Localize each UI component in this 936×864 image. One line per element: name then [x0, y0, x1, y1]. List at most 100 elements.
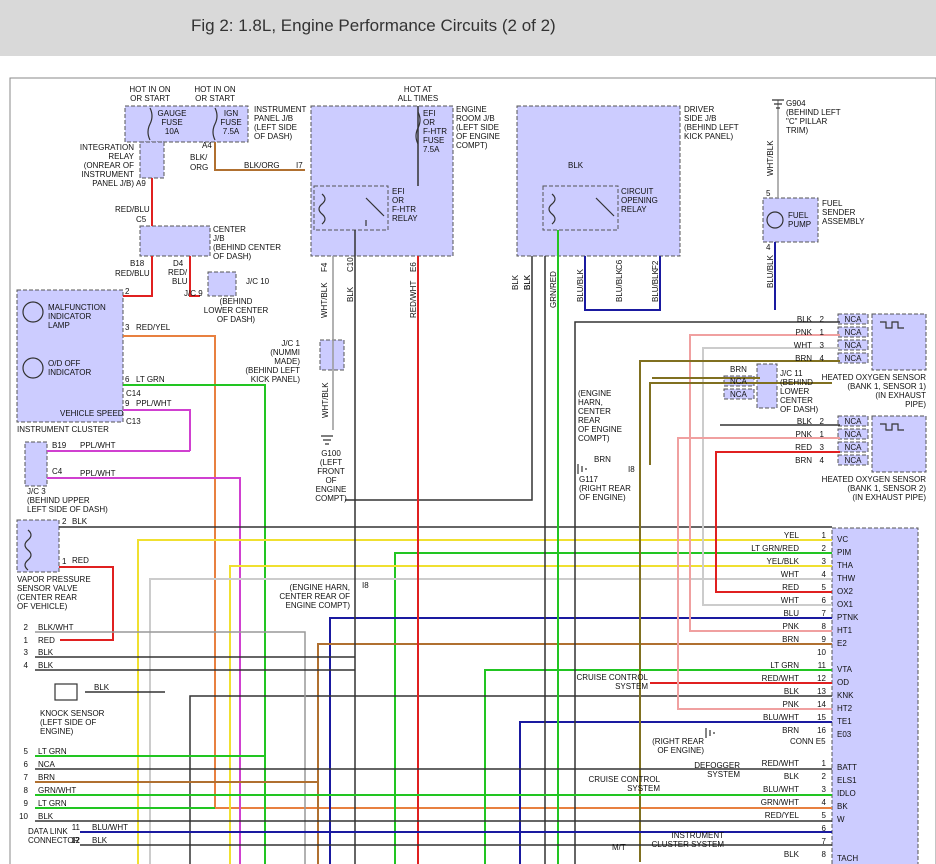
wire-label-blk-1: BLK [511, 274, 520, 290]
ecm-pin-19-name: BK [837, 802, 848, 811]
integration-relay-line-0: INTEGRATION [80, 143, 134, 152]
jc9-line-1: LOWER CENTER [204, 306, 269, 315]
dlc-pin-7-wire: GRN/WHT [38, 786, 76, 795]
dlc-pin-2-wire: BLK [38, 648, 54, 657]
ecm-pin-0-name: VC [837, 535, 848, 544]
wire-label-vp-red: RED [72, 556, 89, 565]
jc1-line-3: (BEHIND LEFT [245, 366, 300, 375]
engine-harn-1-line-2: CENTER [578, 407, 611, 416]
malfunction-lamp-line-1: INDICATOR [48, 312, 91, 321]
wire-blu-ptnk [329, 617, 832, 864]
erjb-line-4: COMPT) [456, 141, 488, 150]
ecm-pin-0-wire: YEL [784, 531, 800, 540]
wire-label-jc11-nca2: NCA [730, 390, 748, 399]
wire-label-vp2: 2 [62, 517, 67, 526]
ecm-pin-19-wire: GRN/WHT [761, 798, 799, 807]
g100-line-0: G100 [321, 449, 341, 458]
ecm-pin-15-name: E03 [837, 730, 852, 739]
jc1-box [319, 339, 345, 371]
dlc-pin-9-wire: BLK [38, 812, 54, 821]
ecm-pin-8-wire: BRN [782, 635, 799, 644]
wire-label-blu-blk-2: BLU/BLK [615, 268, 624, 302]
ecm-pin-16-wire: RED/WHT [762, 759, 799, 768]
jc1-line-0: J/C 1 [281, 339, 300, 348]
g117-2-line-0: (RIGHT REAR [652, 737, 704, 746]
efi-fuse-line-3: FUSE [423, 136, 444, 145]
jc9-name: J/C 9 [184, 289, 203, 298]
center-jb-line-3: OF DASH) [213, 252, 252, 261]
ecm-pin-7-wire: PNK [783, 622, 800, 631]
efi-relay-line-2: F-HTR [392, 205, 416, 214]
dlc-pin-9-num: 10 [19, 812, 28, 821]
wire-label-vp1: 1 [62, 557, 67, 566]
defogger-line-1: SYSTEM [707, 770, 740, 779]
center-jb-line-2: (BEHIND CENTER [213, 243, 281, 252]
driver-side-jb-box [516, 105, 681, 257]
cruise-1-line-0: CRUISE CONTROL [576, 673, 648, 682]
wire-label-red-blu-3: RED/ [168, 268, 188, 277]
ecm-pin-7-num: 8 [822, 622, 827, 631]
ecm-pin-10-num: 11 [818, 661, 827, 670]
ecm-pin-18-wire: BLU/WHT [763, 785, 799, 794]
g117-1-line-2: OF ENGINE) [579, 493, 626, 502]
wire-label-ppl-wht-3: PPL/WHT [80, 469, 116, 478]
ecm-pin-23-wire: BLK [784, 850, 800, 859]
ho2s1-pin-num-1: 1 [820, 328, 825, 337]
g100-line-4: ENGINE [316, 485, 347, 494]
ecm-pin-14-wire: BLU/WHT [763, 713, 799, 722]
hot-on-start-1-line-0: HOT IN ON [129, 85, 170, 94]
ecm-pin-11-num: 12 [817, 674, 826, 683]
ign-fuse-line-0: IGN [224, 109, 238, 118]
dlc-pin-7-num: 8 [24, 786, 29, 795]
ecm-pin-23-name: TACH [837, 854, 858, 863]
wire-label-vp-blk: BLK [72, 517, 88, 526]
ho2s1-pin-num-0: 2 [820, 315, 825, 324]
wire-label-blk-3: BLK [523, 274, 532, 290]
g904-line-3: TRIM) [786, 126, 809, 135]
wire-label-d4: D4 [173, 259, 184, 268]
wire-label-b18: B18 [130, 259, 145, 268]
ground-g117b-icon [705, 728, 715, 738]
figure-header: Fig 2: 1.8L, Engine Performance Circuits… [0, 0, 936, 56]
wire-label-wht-blk-f4: WHT/BLK [320, 282, 329, 318]
ecm-pin-17-num: 2 [822, 772, 827, 781]
wire-label-jc11-nca1: NCA [730, 377, 748, 386]
ho2s2-pin-nca-3: NCA [845, 456, 863, 465]
ecm-pin-12-name: KNK [837, 691, 854, 700]
ho2s1-pin-nca-0: NCA [845, 315, 863, 324]
dsjb-line-3: KICK PANEL) [684, 132, 734, 141]
malfunction-lamp-line-0: MALFUNCTION [48, 303, 106, 312]
fuel-pump-line-0: FUEL [788, 211, 809, 220]
ho2s2-pin-num-3: 4 [820, 456, 825, 465]
wire-label-c5: C5 [136, 215, 147, 224]
dsjb-line-0: DRIVER [684, 105, 714, 114]
ho2s1-pin-wire-1: PNK [796, 328, 813, 337]
hot-on-start-2-line-1: OR START [195, 94, 235, 103]
wire-label-pin9: 9 [125, 399, 130, 408]
vehicle-speed-label: VEHICLE SPEED [60, 409, 124, 418]
wire-label-g117-brn: BRN [594, 455, 611, 464]
wire-label-c10: C10 [346, 257, 355, 272]
ecm-pin-21-num: 6 [822, 824, 827, 833]
vpsv-box [16, 519, 60, 573]
wire-label-c6: C6 [615, 259, 624, 270]
wire-label-blk-org-1: BLK/ [190, 153, 208, 162]
ipjb-line-0: INSTRUMENT [254, 105, 307, 114]
fuel-sender-line-2: ASSEMBLY [822, 217, 865, 226]
ho2s-2-line-2: (IN EXHAUST PIPE) [852, 493, 926, 502]
wire-label-fp4: 4 [766, 243, 771, 252]
ecm-pin-9-num: 10 [817, 648, 826, 657]
ecm-pin-6-name: PTNK [837, 613, 859, 622]
ipjb-line-1: PANEL J/B [254, 114, 293, 123]
wire-label-ks-blk: BLK [94, 683, 110, 692]
dlc-pin-1-num: 1 [24, 636, 29, 645]
ecm-pin-5-num: 6 [822, 596, 827, 605]
diagram-frame [9, 77, 936, 864]
cor-relay-line-1: OPENING [621, 196, 658, 205]
ecm-pin-8-num: 9 [822, 635, 827, 644]
ecm-pin-14-num: 15 [817, 713, 826, 722]
symbols [22, 99, 904, 738]
efi-fuse-line-1: OR [423, 118, 435, 127]
center-jb-box [139, 225, 211, 257]
ho2s2-pin-nca-2: NCA [845, 443, 863, 452]
